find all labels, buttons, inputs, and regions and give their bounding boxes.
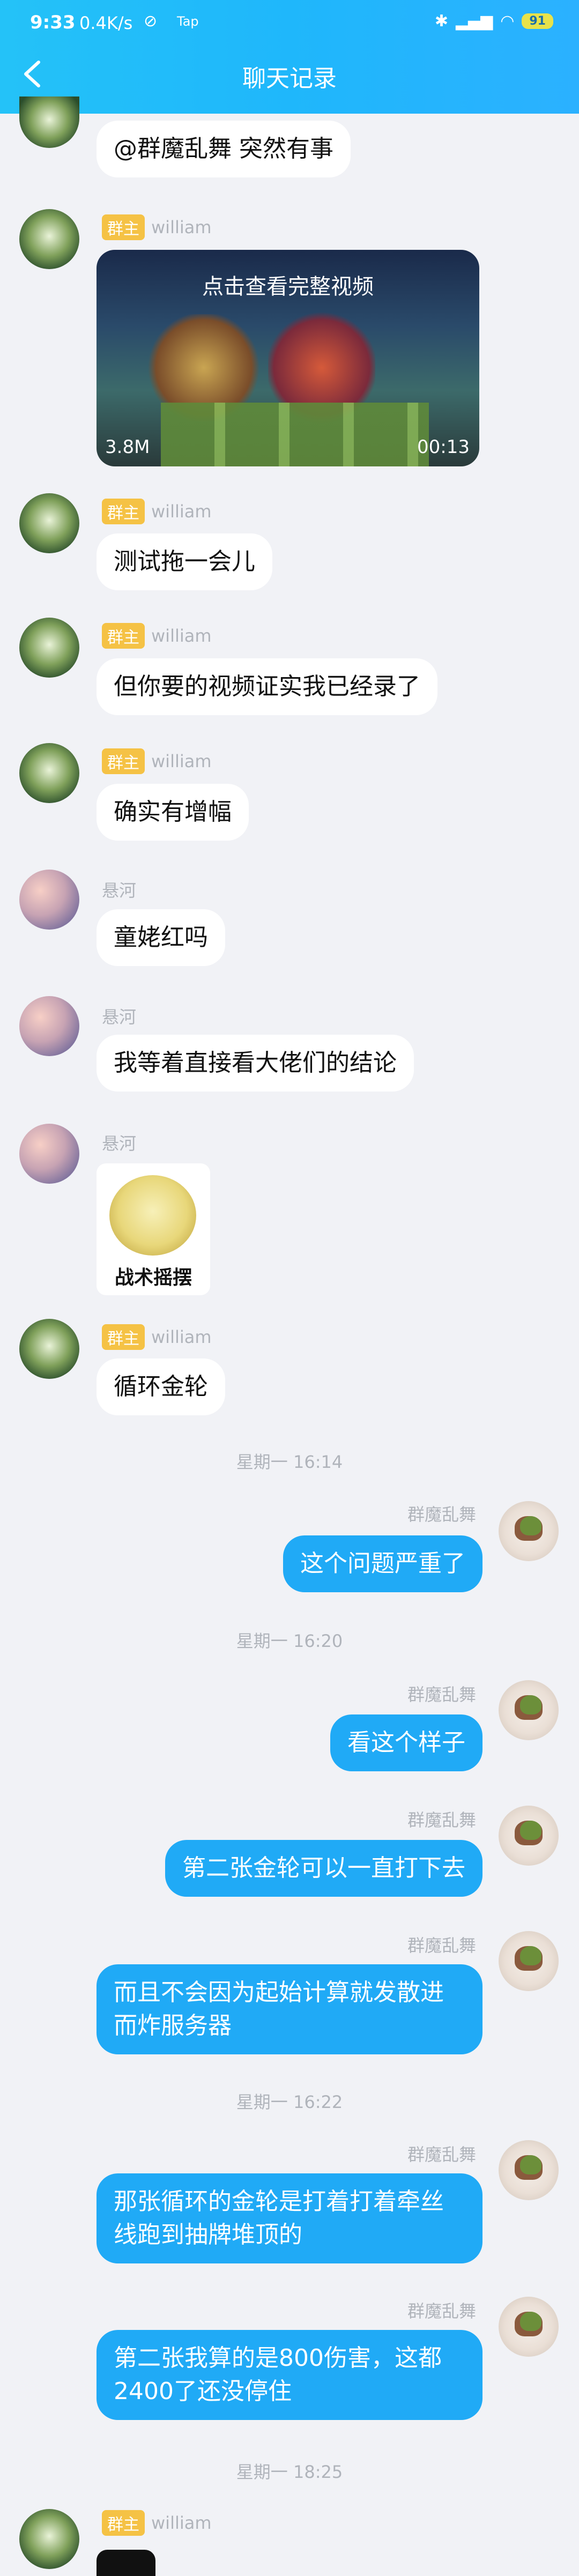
message-bubble[interactable]: 循环金轮 <box>96 1358 225 1415</box>
video-size: 3.8M <box>105 436 150 458</box>
message-line: 2400了还没停住 <box>114 2378 292 2405</box>
nfc-icon: ⊘ <box>144 12 158 31</box>
message-line: 那张循环的金轮是打着打着牵丝 <box>114 2188 444 2215</box>
sender-meta: 群魔乱舞 <box>407 1501 476 1526</box>
sender-name: 悬河 <box>102 880 137 901</box>
app-header: 9:33 0.4K/s ⊘ Tap ✱ ▂▄▆ ◠ 91 聊天记录 <box>0 0 579 114</box>
video-overlay-text: 点击查看完整视频 <box>202 274 374 299</box>
signal-icon: ▂▄▆ <box>455 12 493 31</box>
sender-name: william <box>151 1327 212 1347</box>
sender-meta: 群主 william <box>102 2510 212 2536</box>
sender-meta: 群主 william <box>102 214 212 240</box>
sender-name: 群魔乱舞 <box>407 2301 476 2321</box>
avatar[interactable] <box>499 1931 559 1991</box>
sender-meta: 群魔乱舞 <box>407 2141 476 2166</box>
sender-meta: 群魔乱舞 <box>407 1681 476 1706</box>
avatar[interactable] <box>19 618 79 678</box>
sender-name: william <box>151 751 212 771</box>
avatar[interactable] <box>19 996 79 1056</box>
avatar[interactable] <box>499 2297 559 2357</box>
avatar[interactable] <box>19 1319 79 1379</box>
sender-meta: 悬河 <box>102 877 136 902</box>
message-bubble[interactable]: 我等着直接看大佬们的结论 <box>96 1035 414 1092</box>
sender-meta: 悬河 <box>102 1130 136 1155</box>
video-cards <box>161 403 429 466</box>
sender-meta: 群主 william <box>102 499 212 524</box>
sender-meta: 群魔乱舞 <box>407 1932 476 1957</box>
message-bubble[interactable]: 而且不会因为起始计算就发散进 而炸服务器 <box>96 1964 482 2054</box>
avatar[interactable] <box>499 1680 559 1740</box>
sender-name: william <box>151 501 212 522</box>
status-icons: ✱ ▂▄▆ ◠ 91 <box>435 12 553 31</box>
timestamp: 星期一 16:20 <box>236 1631 343 1651</box>
video-message[interactable]: 点击查看完整视频 3.8M 00:13 <box>96 250 479 466</box>
video-duration: 00:13 <box>417 436 470 458</box>
sender-name: william <box>151 626 212 646</box>
message-line: 而且不会因为起始计算就发散进 <box>114 1979 444 2006</box>
sender-name: 悬河 <box>102 1133 137 1154</box>
message-bubble[interactable]: 确实有增幅 <box>96 784 249 841</box>
owner-badge: 群主 <box>102 214 145 240</box>
sender-meta: 群魔乱舞 <box>407 1807 476 1831</box>
avatar[interactable] <box>19 1124 79 1184</box>
sender-meta: 群魔乱舞 <box>407 2298 476 2322</box>
owner-badge: 群主 <box>102 1324 145 1350</box>
owner-badge: 群主 <box>102 499 145 524</box>
bluetooth-icon: ✱ <box>434 12 448 31</box>
wifi-icon: ◠ <box>500 12 515 31</box>
timestamp: 星期一 18:25 <box>236 2462 343 2482</box>
sender-name: william <box>151 2513 212 2533</box>
sender-meta: 悬河 <box>102 1004 136 1028</box>
status-time: 9:33 <box>30 12 76 33</box>
sender-name: 群魔乱舞 <box>407 1810 476 1830</box>
message-line: 第二张我算的是800伤害，这都 <box>114 2344 442 2372</box>
sender-name: 群魔乱舞 <box>407 1504 476 1525</box>
avatar[interactable] <box>499 1806 559 1866</box>
battery-icon: 91 <box>522 13 553 29</box>
message-bubble[interactable]: 但你要的视频证实我已经录了 <box>96 658 437 715</box>
owner-badge: 群主 <box>102 748 145 774</box>
message-line: 线跑到抽牌堆顶的 <box>114 2221 302 2248</box>
avatar[interactable] <box>499 2140 559 2200</box>
timestamp: 星期一 16:22 <box>236 2092 343 2112</box>
avatar[interactable] <box>19 96 79 148</box>
sticker-caption: 战术摇摆 <box>114 1267 192 1289</box>
message-bubble[interactable]: 看这个样子 <box>330 1714 482 1771</box>
sender-meta: 群主 william <box>102 623 212 649</box>
avatar[interactable] <box>19 743 79 803</box>
network-speed: 0.4K/s <box>79 13 133 33</box>
message-bubble[interactable]: 那张循环的金轮是打着打着牵丝 线跑到抽牌堆顶的 <box>96 2173 482 2263</box>
sender-name: 悬河 <box>102 1007 137 1027</box>
sender-name: 群魔乱舞 <box>407 1684 476 1705</box>
avatar[interactable] <box>19 493 79 553</box>
status-bar: 9:33 0.4K/s ⊘ Tap ✱ ▂▄▆ ◠ 91 <box>0 0 579 51</box>
status-extra: Tap <box>177 14 199 29</box>
avatar[interactable] <box>19 2509 79 2569</box>
message-bubble[interactable]: 第二张金轮可以一直打下去 <box>165 1840 482 1897</box>
owner-badge: 群主 <box>102 623 145 649</box>
sticker-message[interactable] <box>96 2550 155 2576</box>
message-bubble[interactable]: 第二张我算的是800伤害，这都 2400了还没停住 <box>96 2330 482 2420</box>
message-bubble[interactable]: 这个问题严重了 <box>283 1535 482 1592</box>
sender-name: 群魔乱舞 <box>407 2144 476 2165</box>
sticker-face <box>109 1175 196 1256</box>
avatar[interactable] <box>19 870 79 930</box>
sender-meta: 群主 william <box>102 748 212 774</box>
sticker-message[interactable]: 战术摇摆 <box>96 1163 210 1295</box>
message-bubble[interactable]: 童姥红吗 <box>96 909 225 966</box>
owner-badge: 群主 <box>102 2510 145 2536</box>
sender-name: william <box>151 217 212 237</box>
message-bubble[interactable]: @群魔乱舞 突然有事 <box>96 121 351 177</box>
sender-meta: 群主 william <box>102 1324 212 1350</box>
sender-name: 群魔乱舞 <box>407 1935 476 1956</box>
page-title: 聊天记录 <box>242 65 337 92</box>
message-bubble[interactable]: 测试拖一会儿 <box>96 533 272 590</box>
timestamp: 星期一 16:14 <box>236 1452 343 1472</box>
message-line: 而炸服务器 <box>114 2012 232 2039</box>
avatar[interactable] <box>19 209 79 269</box>
avatar[interactable] <box>499 1501 559 1561</box>
